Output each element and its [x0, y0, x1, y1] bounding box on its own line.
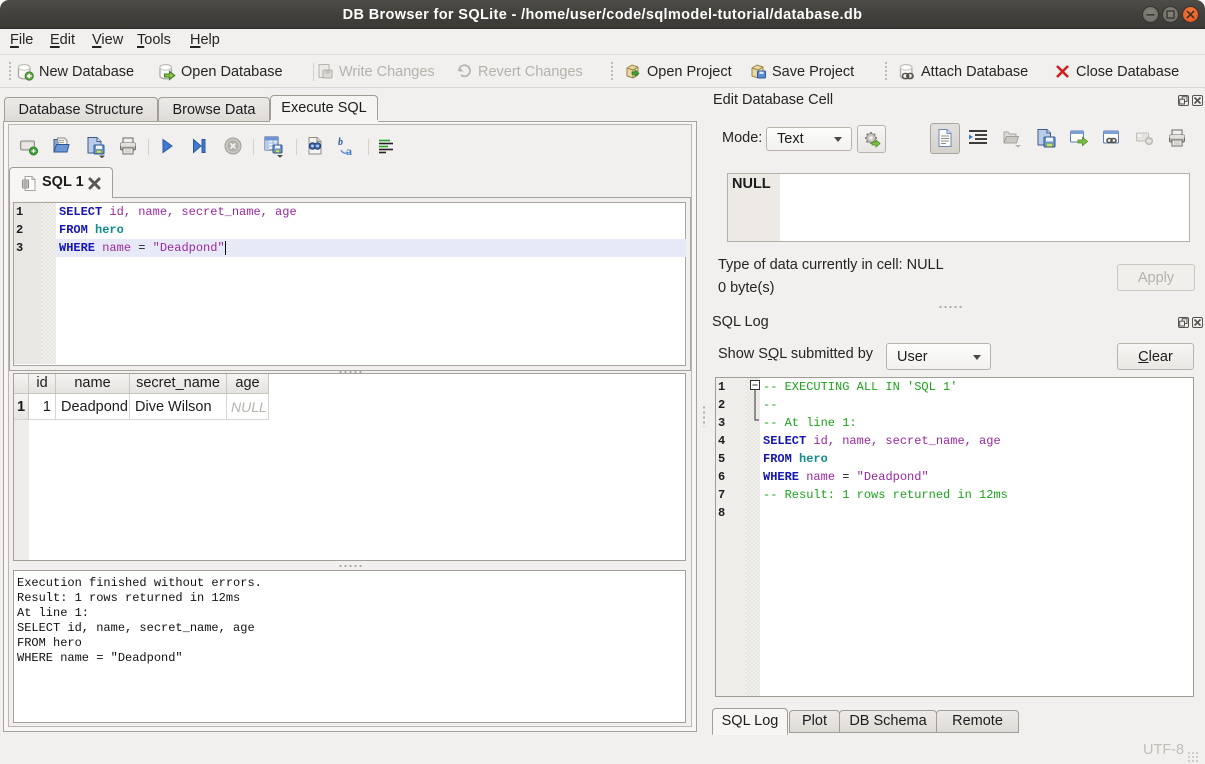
svg-text:a: a: [346, 144, 352, 157]
svg-text:b: b: [338, 137, 343, 148]
